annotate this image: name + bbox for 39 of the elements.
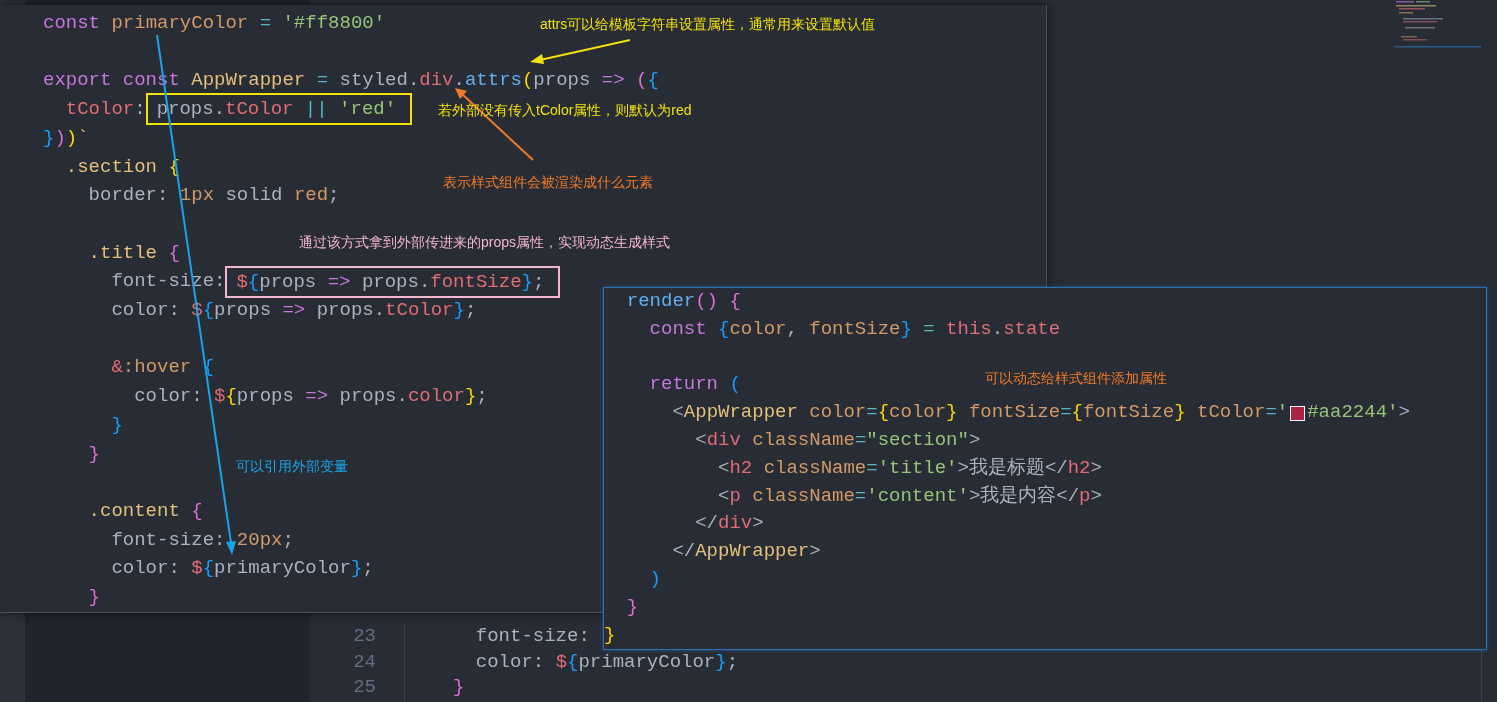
code-line: color: ${props => props.color}; (133, 384, 488, 410)
code-line: } (453, 675, 465, 700)
code-line: font-size: (474, 624, 590, 649)
line-number: 24 (353, 649, 376, 675)
code-line: <p className='content'>我是内容</p> (717, 483, 1102, 509)
annotation-text: 表示样式组件会被渲染成什么元素 (443, 173, 653, 191)
code-line: .content { (87, 498, 203, 524)
code-text: tColor: (64, 96, 146, 122)
code-line: } (110, 412, 123, 438)
code-line: <h2 className='title'>我是标题</h2> (717, 455, 1102, 481)
annotation-text: attrs可以给模板字符串设置属性，通常用来设置默认值 (540, 15, 876, 33)
annotation-text: 可以动态给样式组件添加属性 (985, 369, 1167, 387)
code-line: }))` (43, 125, 89, 151)
annotation-text: 若外部没有传入tColor属性，则默认为red (438, 101, 692, 119)
code-line: const {color, fontSize} = this.state (648, 316, 1061, 342)
line-number: 25 (353, 675, 376, 700)
code-line: .title { (87, 240, 180, 266)
code-line: ) (648, 566, 661, 592)
code-line: } (87, 585, 100, 611)
annotation-text: 通过该方式拿到外部传进来的props属性，实现动态生成样式 (299, 233, 671, 251)
code-text: #aa2244'> (1307, 400, 1410, 426)
code-line: </AppWrapper> (671, 539, 821, 565)
code-line: render() { (625, 289, 741, 314)
code-line: } (625, 594, 639, 620)
code-line: </div> (694, 511, 764, 537)
code-text: <AppWrapper color={color} fontSize={fontSize} tColor=' (671, 400, 1289, 426)
code-line: } (604, 622, 616, 648)
code-line: border: 1px solid red; (87, 183, 340, 209)
code-line: <div className="section"> (694, 428, 981, 453)
annotation-text: 可以引用外部变量 (236, 457, 348, 475)
code-line: } (87, 441, 100, 467)
highlight-frame: ${props => props.fontSize}; (225, 265, 561, 298)
code-line: color: ${primaryColor}; (110, 556, 374, 582)
code-line: &:hover { (110, 355, 215, 381)
code-line: color: ${primaryColor}; (474, 649, 739, 675)
line-number: 23 (353, 624, 376, 649)
code-line: return ( (648, 372, 741, 398)
code-line: const primaryColor = '#ff8800' (43, 11, 386, 36)
code-line: font-size: 20px; (110, 527, 294, 553)
